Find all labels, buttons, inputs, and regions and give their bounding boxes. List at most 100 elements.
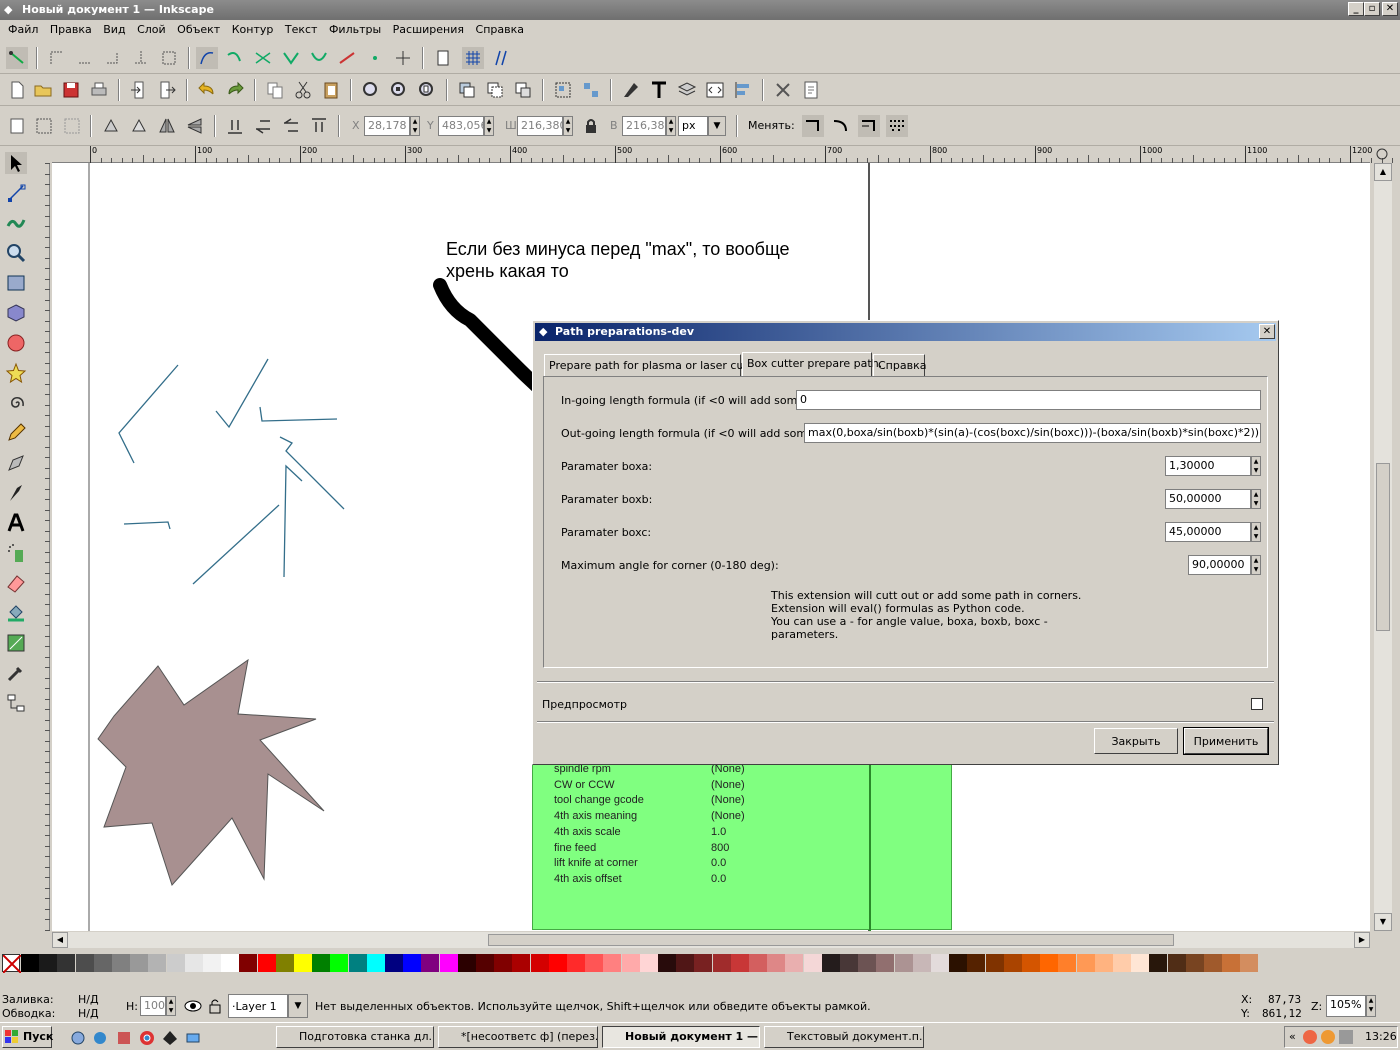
zoom-tool-icon[interactable] <box>5 242 27 264</box>
color-swatch[interactable] <box>694 954 713 972</box>
menu-help[interactable]: Справка <box>472 20 528 39</box>
layer-dropdown-icon[interactable]: ▼ <box>288 994 308 1018</box>
snap-smooth-icon[interactable] <box>308 47 330 69</box>
zoom-selection-icon[interactable] <box>360 79 382 101</box>
cut-icon[interactable] <box>292 79 314 101</box>
color-swatch[interactable] <box>1131 954 1150 972</box>
node-tool-icon[interactable] <box>5 182 27 204</box>
dropper-tool-icon[interactable] <box>5 662 27 684</box>
color-swatch[interactable] <box>494 954 513 972</box>
color-swatch[interactable] <box>166 954 185 972</box>
color-swatch[interactable] <box>567 954 585 972</box>
color-palette[interactable] <box>0 952 1400 974</box>
scroll-up-icon[interactable]: ▲ <box>1374 163 1392 181</box>
color-swatch[interactable] <box>1204 954 1222 972</box>
vertical-scroll-thumb[interactable] <box>1376 463 1390 631</box>
deselect-icon[interactable] <box>61 115 83 137</box>
scroll-down-icon[interactable]: ▼ <box>1374 913 1392 931</box>
color-swatch[interactable] <box>876 954 895 972</box>
color-swatch[interactable] <box>348 954 367 972</box>
tray-icon-3[interactable] <box>1339 1030 1353 1044</box>
new-document-icon[interactable] <box>6 79 28 101</box>
pencil-tool-icon[interactable] <box>5 422 27 444</box>
color-swatch[interactable] <box>821 954 840 972</box>
chrome-icon[interactable] <box>139 1030 155 1046</box>
color-swatch[interactable] <box>749 954 767 972</box>
minimize-button[interactable]: _ <box>1348 2 1364 16</box>
pen-tool-icon[interactable] <box>5 452 27 474</box>
select-all-icon[interactable] <box>6 115 28 137</box>
transform-gradient-icon[interactable] <box>858 115 880 137</box>
copy-icon[interactable] <box>264 79 286 101</box>
redo-icon[interactable] <box>224 79 246 101</box>
tab-help[interactable]: Справка <box>873 354 926 376</box>
color-swatch[interactable] <box>585 954 604 972</box>
boxa-input[interactable]: 1,30000 <box>1165 456 1251 476</box>
snap-grid-icon[interactable] <box>462 47 484 69</box>
x-field[interactable]: 28,178 <box>364 116 410 136</box>
y-spin[interactable]: ▲ ▼ <box>484 116 494 136</box>
menu-path[interactable]: Контур <box>228 20 278 39</box>
chevron-down-icon[interactable]: ▼ <box>708 116 726 136</box>
group-icon[interactable] <box>552 79 574 101</box>
import-icon[interactable] <box>128 79 150 101</box>
clone-icon[interactable] <box>484 79 506 101</box>
text-tool-icon[interactable] <box>5 512 27 534</box>
save-icon[interactable] <box>60 79 82 101</box>
preview-checkbox[interactable] <box>1251 698 1263 710</box>
boxb-spin[interactable]: ▲ ▼ <box>1251 489 1261 509</box>
color-swatch[interactable] <box>803 954 822 972</box>
color-swatch[interactable] <box>1003 954 1022 972</box>
boxa-spin[interactable]: ▲ ▼ <box>1251 456 1261 476</box>
rotate-cw-icon[interactable] <box>128 115 150 137</box>
w-spin[interactable]: ▲ ▼ <box>563 116 573 136</box>
tray-icon-1[interactable] <box>1303 1030 1317 1044</box>
color-swatch[interactable] <box>785 954 804 972</box>
tweak-tool-icon[interactable] <box>5 212 27 234</box>
horizontal-scrollbar[interactable]: ◀ ▶ <box>52 932 1370 948</box>
scale-stroke-icon[interactable] <box>802 115 824 137</box>
color-swatch[interactable] <box>184 954 203 972</box>
snap-intersections-icon[interactable] <box>252 47 274 69</box>
angle-spin[interactable]: ▲ ▼ <box>1251 555 1261 575</box>
document-properties-icon[interactable] <box>800 79 822 101</box>
snap-page-icon[interactable] <box>432 47 454 69</box>
scale-corners-icon[interactable] <box>830 115 852 137</box>
tab-box-cutter[interactable]: Box cutter prepare path. <box>742 352 882 376</box>
color-swatch[interactable] <box>1094 954 1113 972</box>
close-window-button[interactable]: ✕ <box>1382 2 1398 16</box>
color-swatch[interactable] <box>312 954 331 972</box>
color-swatch[interactable] <box>912 954 931 972</box>
menu-view[interactable]: Вид <box>99 20 129 39</box>
snap-cusp-icon[interactable] <box>280 47 302 69</box>
color-swatch[interactable] <box>967 954 986 972</box>
color-swatch[interactable] <box>330 954 349 972</box>
snap-toggle-icon[interactable] <box>6 47 28 69</box>
color-swatch[interactable] <box>421 954 440 972</box>
color-swatch[interactable] <box>39 954 58 972</box>
color-swatch[interactable] <box>221 954 240 972</box>
scroll-left-icon[interactable]: ◀ <box>52 932 68 948</box>
color-swatch[interactable] <box>1040 954 1059 972</box>
zoom-page-icon[interactable] <box>416 79 438 101</box>
color-swatch[interactable] <box>676 954 695 972</box>
unit-select[interactable]: px <box>678 116 708 136</box>
close-button[interactable]: Закрыть <box>1094 728 1178 754</box>
fill-stroke-icon[interactable] <box>620 79 642 101</box>
color-swatch[interactable] <box>239 954 258 972</box>
color-swatch[interactable] <box>931 954 949 972</box>
xml-editor-icon[interactable] <box>704 79 726 101</box>
color-swatch[interactable] <box>621 954 640 972</box>
snap-bbox-center-icon[interactable] <box>158 47 180 69</box>
rectangle-tool-icon[interactable] <box>5 272 27 294</box>
in-length-input[interactable]: 0 <box>796 390 1261 410</box>
3d-box-tool-icon[interactable] <box>5 302 27 324</box>
opacity-field[interactable]: 100 <box>140 996 166 1016</box>
snap-rotation-icon[interactable] <box>392 47 414 69</box>
color-swatch[interactable] <box>603 954 622 972</box>
ellipse-tool-icon[interactable] <box>5 332 27 354</box>
h-spin[interactable]: ▲ ▼ <box>666 116 676 136</box>
menu-file[interactable]: Файл <box>4 20 42 39</box>
snap-paths-icon[interactable] <box>224 47 246 69</box>
maximize-button[interactable]: ▫ <box>1364 2 1380 16</box>
